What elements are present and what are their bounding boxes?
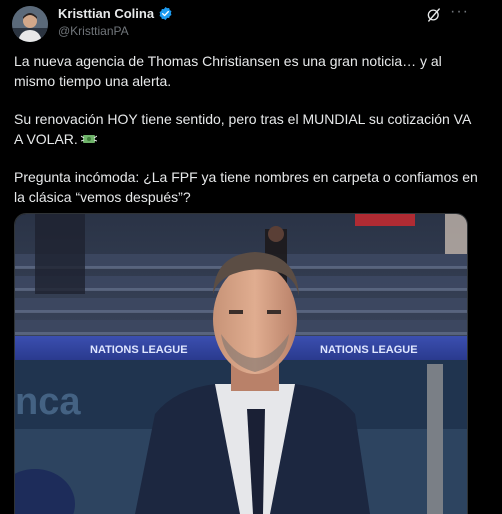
author-display-name[interactable]: Kristtian Colina — [58, 6, 154, 21]
tweet-paragraph-text: Pregunta incómoda: ¿La FPF ya tiene nomb… — [14, 169, 478, 205]
more-icon[interactable]: ··· — [450, 4, 468, 24]
author-name-row: Kristtian Colina — [58, 6, 173, 21]
tweet-paragraph: Su renovación HOY tiene sentido, pero tr… — [14, 109, 482, 149]
verified-badge-icon — [158, 6, 173, 21]
tweet-text: La nueva agencia de Thomas Christiansen … — [14, 51, 482, 225]
tweet-media-photo[interactable]: NATIONS LEAGUE NATIONS LEAGUE nca — [14, 213, 468, 514]
tweet-paragraph: La nueva agencia de Thomas Christiansen … — [14, 51, 482, 91]
avatar-image — [12, 6, 48, 42]
board-left-text: NATIONS LEAGUE — [90, 344, 188, 356]
tweet: Kristtian Colina @KristtianPA ··· La nue… — [0, 0, 502, 514]
avatar[interactable] — [12, 6, 48, 42]
grok-icon[interactable] — [425, 6, 443, 24]
tweet-paragraph-text: La nueva agencia de Thomas Christiansen … — [14, 53, 442, 89]
tweet-paragraph: Pregunta incómoda: ¿La FPF ya tiene nomb… — [14, 167, 482, 207]
board-right-text: NATIONS LEAGUE — [320, 344, 418, 356]
author-handle[interactable]: @KristtianPA — [58, 24, 129, 38]
money-with-wings-icon — [80, 130, 98, 143]
photo-coach-stadium: NATIONS LEAGUE NATIONS LEAGUE nca — [15, 214, 467, 514]
ad-board-text: nca — [15, 381, 81, 423]
